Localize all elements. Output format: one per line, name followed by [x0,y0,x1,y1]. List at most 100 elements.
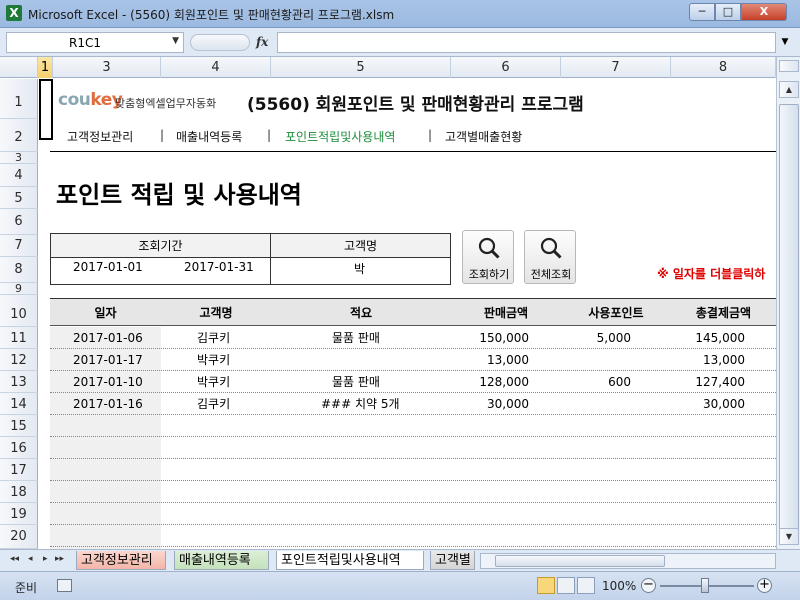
row-header[interactable]: 1 [0,79,38,119]
customer-cell: 박쿠키 [197,353,231,367]
horizontal-scrollbar[interactable] [480,553,776,569]
formula-input[interactable] [277,32,776,53]
table-row[interactable] [50,437,776,459]
active-cell[interactable] [39,79,53,140]
period-label: 조회기간 [51,234,270,258]
nav-sales-entry[interactable]: 매출내역등록 [176,128,242,145]
row-header[interactable]: 4 [0,164,38,187]
nav-customer-sales[interactable]: 고객별매출현황 [445,128,522,145]
table-row[interactable] [50,503,776,525]
customer-cell: 박쿠키 [197,375,231,389]
total-cell: 127,400 [695,375,745,389]
split-handle[interactable] [779,60,799,72]
zoom-level[interactable]: 100% [602,579,636,593]
table-row[interactable]: 2017-01-06 김쿠키 물품 판매 150,000 5,000 145,0… [50,327,776,349]
start-date-field[interactable]: 2017-01-01 [73,260,143,274]
customer-label: 고객명 [271,234,450,258]
scroll-thumb[interactable] [779,104,799,544]
table-row[interactable]: 2017-01-17 박쿠키 13,000 13,000 [50,349,776,371]
search-button-label: 조회하기 [468,268,510,281]
date-cell[interactable]: 2017-01-17 [73,349,143,371]
excel-icon[interactable]: X [6,5,22,21]
select-all-corner[interactable] [0,57,38,78]
sales-cell: 30,000 [487,397,529,411]
name-box[interactable]: R1C1 ▼ [6,32,184,53]
zoom-slider-thumb[interactable] [701,578,709,593]
macro-record-icon[interactable] [57,579,72,592]
row-header[interactable]: 5 [0,187,38,209]
zoom-out-button[interactable]: − [641,578,656,593]
maximize-button[interactable]: □ [715,3,741,21]
tab-customer-info[interactable]: 고객정보관리 [76,551,166,570]
column-header[interactable]: 3 [53,57,161,78]
row-header[interactable]: 7 [0,235,38,257]
row-header[interactable]: 2 [0,119,38,152]
prev-sheet-icon[interactable]: ◂ [28,554,33,564]
row-header[interactable]: 13 [0,371,38,393]
row-header[interactable]: 8 [0,257,38,283]
formula-bar: R1C1 ▼ fx ▼ [0,28,800,57]
insert-function-icon[interactable]: fx [256,35,268,49]
column-header[interactable]: 7 [561,57,671,78]
expand-formula-icon[interactable]: ▼ [778,32,792,53]
tab-sales-entry[interactable]: 매출내역등록 [174,551,269,570]
table-row[interactable] [50,481,776,503]
first-sheet-icon[interactable]: ◂◂ [10,554,19,564]
customer-field[interactable]: 박 [354,260,365,277]
nav-point-history[interactable]: 포인트적립및사용내역 [285,128,395,145]
minimize-button[interactable]: ─ [689,3,715,21]
row-header[interactable]: 14 [0,393,38,415]
scroll-thumb[interactable] [495,555,665,567]
table-row[interactable]: 2017-01-16 김쿠키 ### 치약 5개 30,000 30,000 [50,393,776,415]
column-header[interactable]: 8 [671,57,776,78]
tab-customer-sales[interactable]: 고객별 [430,551,475,570]
row-header[interactable]: 20 [0,525,38,549]
row-header[interactable]: 19 [0,503,38,525]
row-header[interactable]: 3 [0,152,38,164]
date-cell[interactable]: 2017-01-16 [73,393,143,415]
date-cell[interactable]: 2017-01-06 [73,327,143,349]
row-header[interactable]: 6 [0,209,38,235]
search-criteria: 조회기간 고객명 2017-01-01 2017-01-31 박 [50,233,451,285]
row-header[interactable]: 11 [0,327,38,349]
row-header[interactable]: 15 [0,415,38,437]
chevron-down-icon[interactable]: ▼ [172,36,179,46]
row-header[interactable]: 16 [0,437,38,459]
table-row[interactable]: 2017-01-10 박쿠키 물품 판매 128,000 600 127,400 [50,371,776,393]
table-row[interactable] [50,459,776,481]
column-header[interactable]: 6 [451,57,561,78]
column-headers: 1 3 4 5 6 7 8 [0,57,776,78]
next-sheet-icon[interactable]: ▸ [43,554,48,564]
view-all-button[interactable]: 전체조회 [524,230,576,284]
header-total-payment: 총결제금액 [695,306,752,320]
date-cell[interactable]: 2017-01-10 [73,371,143,393]
last-sheet-icon[interactable]: ▸▸ [55,554,64,564]
column-header[interactable]: 1 [38,57,53,78]
formula-controls[interactable] [190,34,250,51]
zoom-in-button[interactable]: + [757,578,772,593]
header-sales-amount: 판매금액 [483,306,529,320]
row-header[interactable]: 17 [0,459,38,481]
column-header[interactable]: 4 [161,57,271,78]
vertical-scrollbar[interactable]: ▲ ▼ [776,57,800,549]
sales-cell: 150,000 [479,331,529,345]
search-button[interactable]: 조회하기 [462,230,514,284]
program-title: (5560) 회원포인트 및 판매현황관리 프로그램 [247,95,584,115]
page-break-icon[interactable] [577,577,595,594]
row-header[interactable]: 18 [0,481,38,503]
row-header[interactable]: 12 [0,349,38,371]
column-header[interactable]: 5 [271,57,451,78]
table-row[interactable] [50,415,776,437]
nav-customer-info[interactable]: 고객정보관리 [67,128,133,145]
table-row[interactable] [50,525,776,547]
scroll-up-button[interactable]: ▲ [779,81,799,98]
tab-point-history[interactable]: 포인트적립및사용내역 [276,551,424,570]
row-header[interactable]: 10 [0,295,38,327]
page-layout-icon[interactable] [557,577,575,594]
close-button[interactable]: X [741,3,787,21]
worksheet-grid[interactable]: 1 3 4 5 6 7 8 1 2 3 4 5 6 7 8 9 10 11 12… [0,57,776,549]
end-date-field[interactable]: 2017-01-31 [184,260,254,274]
scroll-down-button[interactable]: ▼ [779,528,799,545]
normal-view-icon[interactable] [537,577,555,594]
row-header[interactable]: 9 [0,283,38,295]
